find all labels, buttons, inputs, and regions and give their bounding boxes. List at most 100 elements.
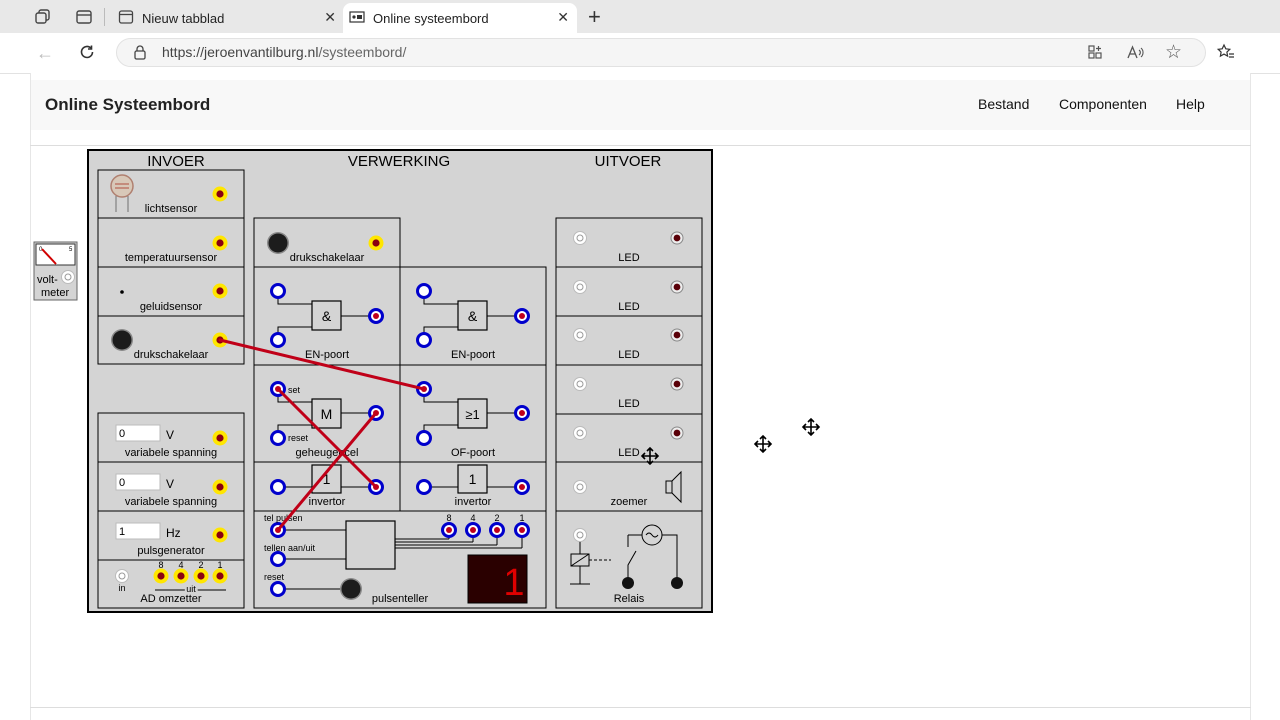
invertor-label: invertor <box>455 496 492 508</box>
pulsenteller-reset-label: reset <box>264 572 285 582</box>
counter-output-socket[interactable] <box>489 522 505 538</box>
variabele-spanning-output-socket[interactable] <box>212 479 228 495</box>
systeembord-canvas: INVOER VERWERKING UITVOER lichtsensor te… <box>33 149 821 613</box>
drukschakelaar-button[interactable] <box>111 329 133 351</box>
zoemer-label: zoemer <box>611 496 648 508</box>
microphone-icon <box>120 290 124 294</box>
variabele-spanning-unit: V <box>166 477 174 491</box>
ad-omzetter-in-label: in <box>118 583 125 593</box>
header-uitvoer: UITVOER <box>595 153 662 170</box>
lichtsensor-output-socket[interactable] <box>212 186 228 202</box>
led-input-socket[interactable] <box>573 328 587 342</box>
move-cursor-icon <box>801 417 821 437</box>
en-poort-label: EN-poort <box>305 349 349 361</box>
pulsgenerator-value: 1 <box>119 526 125 538</box>
counter-bit-label: 1 <box>519 513 524 523</box>
geheugencel-symbol: M <box>321 406 333 422</box>
counter-bit-label: 2 <box>494 513 499 523</box>
led-input-socket[interactable] <box>573 280 587 294</box>
invertor-input-socket[interactable] <box>270 479 286 495</box>
en-poort-output-socket[interactable] <box>514 308 530 324</box>
pulsenteller-reset-button[interactable] <box>340 578 362 600</box>
ad-omzetter-input-socket[interactable] <box>115 569 129 583</box>
pulsenteller-reset-socket[interactable] <box>270 581 286 597</box>
led-input-socket[interactable] <box>573 377 587 391</box>
counter-output-socket[interactable] <box>465 522 481 538</box>
led-input-socket[interactable] <box>573 231 587 245</box>
geluidsensor-output-socket[interactable] <box>212 283 228 299</box>
en-poort-label: EN-poort <box>451 349 495 361</box>
pulsenteller-toggle-label: tellen aan/uit <box>264 543 316 553</box>
move-cursor-icon <box>753 434 773 454</box>
pulsenteller-toggle-socket[interactable] <box>270 551 286 567</box>
led-label: LED <box>618 301 639 313</box>
voltmeter-label-line2: meter <box>41 287 69 299</box>
temperatuursensor-output-socket[interactable] <box>212 235 228 251</box>
en-poort-symbol: & <box>322 308 332 324</box>
led-label: LED <box>618 447 639 459</box>
pulsgenerator-output-socket[interactable] <box>212 527 228 543</box>
zoemer-input-socket[interactable] <box>573 480 587 494</box>
voltmeter-label-line1: volt- <box>37 274 58 286</box>
of-poort-symbol: ≥1 <box>465 407 479 422</box>
en-poort-input-socket[interactable] <box>270 283 286 299</box>
counter-output-socket[interactable] <box>441 522 457 538</box>
geheugencel-reset-socket[interactable] <box>270 430 286 446</box>
en-poort-output-socket[interactable] <box>368 308 384 324</box>
led-label: LED <box>618 398 639 410</box>
invertor-input-socket[interactable] <box>416 479 432 495</box>
en-poort-input-socket[interactable] <box>270 332 286 348</box>
geluidsensor-label: geluidsensor <box>140 301 203 313</box>
variabele-spanning-value: 0 <box>119 477 125 489</box>
relais-label: Relais <box>614 593 645 605</box>
en-poort-input-socket[interactable] <box>416 332 432 348</box>
led-lamp <box>670 231 684 245</box>
counter-output-socket[interactable] <box>514 522 530 538</box>
ad-omzetter-label: AD omzetter <box>140 593 201 605</box>
led-lamp <box>670 280 684 294</box>
led-lamp <box>670 377 684 391</box>
invertor-symbol: 1 <box>469 471 477 487</box>
variabele-spanning-label: variabele spanning <box>125 496 217 508</box>
header-verwerking: VERWERKING <box>348 153 450 170</box>
counter-bit-label: 8 <box>446 513 451 523</box>
pulsenteller-block <box>345 520 396 570</box>
voltmeter-input-socket[interactable] <box>61 270 75 284</box>
drukschakelaar-button[interactable] <box>267 232 289 254</box>
voltmeter-widget[interactable]: 0 5 volt- meter <box>33 241 78 301</box>
led-label: LED <box>618 252 639 264</box>
counter-bit-label: 4 <box>470 513 475 523</box>
drukschakelaar-output-socket[interactable] <box>368 235 384 251</box>
pulsgenerator-unit: Hz <box>166 526 181 540</box>
invertor-output-socket[interactable] <box>514 479 530 495</box>
pulsgenerator-label: pulsgenerator <box>137 545 205 557</box>
geheugencel-reset-label: reset <box>288 433 309 443</box>
pulsenteller-label: pulsenteller <box>372 593 429 605</box>
header-invoer: INVOER <box>147 153 205 170</box>
led-label: LED <box>618 349 639 361</box>
of-poort-input-socket[interactable] <box>416 430 432 446</box>
counter-display-value: 1 <box>503 562 524 604</box>
of-poort-label: OF-poort <box>451 447 495 459</box>
en-poort-symbol: & <box>468 308 478 324</box>
temperatuursensor-label: temperatuursensor <box>125 252 218 264</box>
invertor-label: invertor <box>309 496 346 508</box>
ad-output-socket[interactable] <box>173 568 189 584</box>
drukschakelaar-label: drukschakelaar <box>290 252 365 264</box>
led-input-socket[interactable] <box>573 426 587 440</box>
variabele-spanning-output-socket[interactable] <box>212 430 228 446</box>
variabele-spanning-unit: V <box>166 428 174 442</box>
lichtsensor-label: lichtsensor <box>145 203 198 215</box>
of-poort-output-socket[interactable] <box>514 405 530 421</box>
ad-output-socket[interactable] <box>212 568 228 584</box>
geheugencel-set-label: set <box>288 385 301 395</box>
led-lamp <box>670 426 684 440</box>
variabele-spanning-label: variabele spanning <box>125 447 217 459</box>
ad-output-socket[interactable] <box>153 568 169 584</box>
drukschakelaar-label: drukschakelaar <box>134 349 209 361</box>
ad-output-socket[interactable] <box>193 568 209 584</box>
en-poort-input-socket[interactable] <box>416 283 432 299</box>
relais-input-socket[interactable] <box>573 528 587 542</box>
variabele-spanning-value: 0 <box>119 428 125 440</box>
geheugencel-label: geheugencel <box>295 447 358 459</box>
